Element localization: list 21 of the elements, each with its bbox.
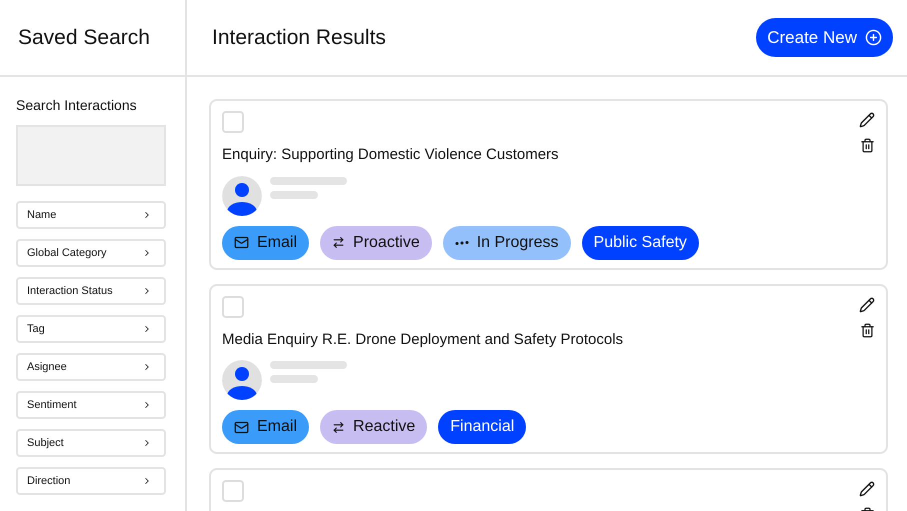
tag: Email <box>222 410 310 444</box>
filter-dropdown[interactable]: Sentiment <box>16 391 166 419</box>
interaction-title: Enquiry: Supporting Domestic Violence Customers <box>222 145 560 165</box>
tag: Proactive <box>320 226 432 260</box>
tag: Public Safety <box>582 226 699 260</box>
tag: Email <box>222 226 310 260</box>
tag: Reactive <box>320 410 428 444</box>
tag: In Progress <box>442 226 571 260</box>
filter-dropdown[interactable]: Tag <box>16 315 166 343</box>
create-new-button[interactable]: Create New <box>756 18 893 57</box>
page-title: Interaction Results <box>212 24 386 51</box>
filter-dropdown[interactable]: Direction <box>16 467 166 495</box>
section-label: Search Interactions <box>16 96 138 115</box>
filter-dropdown[interactable]: Interaction Status <box>16 277 166 305</box>
filter-dropdown[interactable]: Global Category <box>16 239 166 267</box>
interaction-title: Media Enquiry R.E. Drone Deployment and Safety Protocols <box>222 330 624 350</box>
sidebar-title: Saved Search <box>18 24 150 51</box>
filter-dropdown[interactable]: Subject <box>16 429 166 457</box>
tag: Financial <box>438 410 526 444</box>
filter-dropdown[interactable]: Name <box>16 201 166 229</box>
filter-dropdown[interactable]: Asignee <box>16 353 166 381</box>
